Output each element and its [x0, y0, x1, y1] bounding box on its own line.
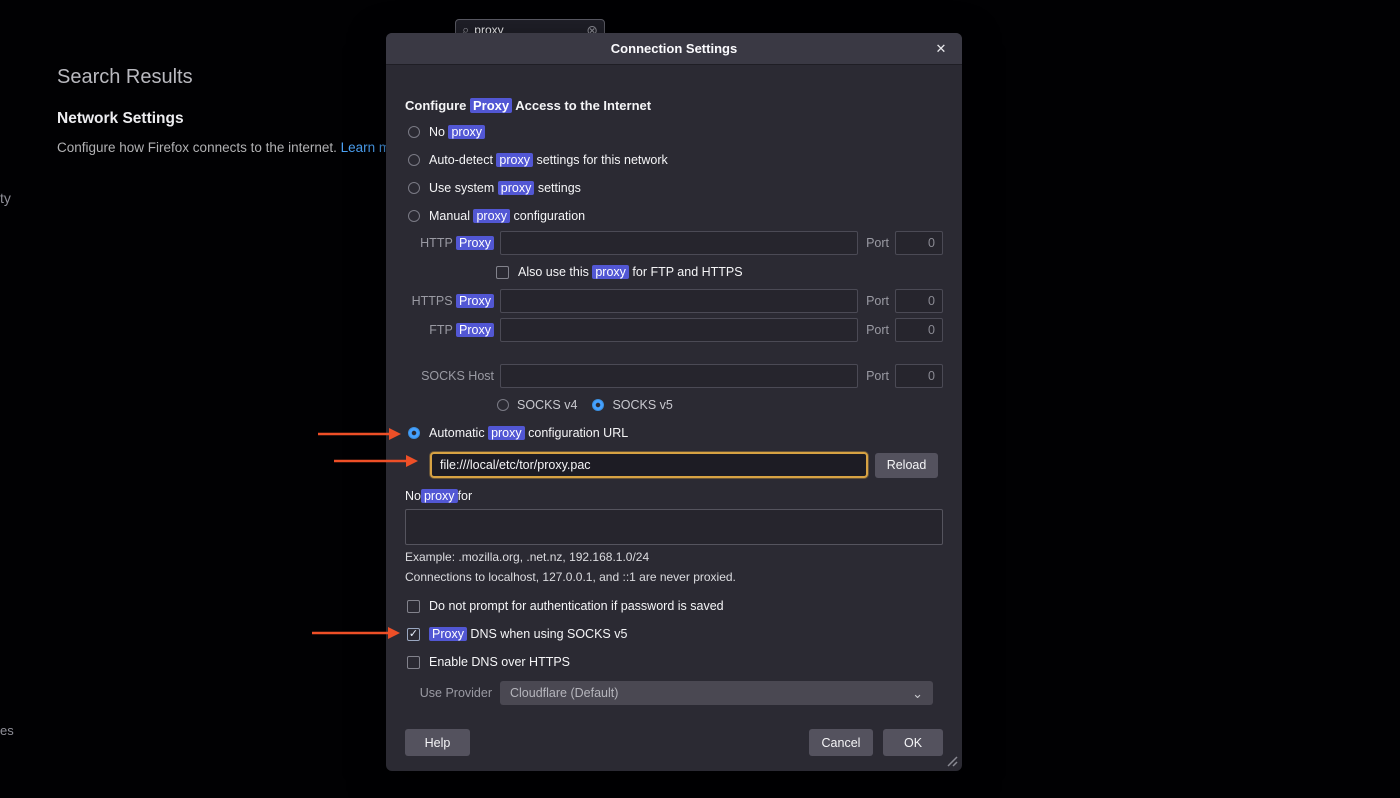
radio-socks-v4[interactable] [497, 399, 509, 411]
no-auth-prompt-row: Do not prompt for authentication if pass… [405, 593, 943, 619]
socks-host-input[interactable] [500, 364, 858, 388]
radio-label-manual-proxy: Manual proxy configuration [429, 209, 585, 223]
cancel-button[interactable]: Cancel [809, 729, 873, 756]
search-highlight: proxy [421, 489, 458, 503]
search-highlight: proxy [592, 265, 629, 279]
search-highlight: proxy [498, 181, 535, 195]
https-proxy-label: HTTPS Proxy [405, 294, 494, 308]
check-icon: ✓ [409, 629, 418, 640]
socks-port-label: Port [866, 369, 889, 383]
no-proxy-example-text: Example: .mozilla.org, .net.nz, 192.168.… [405, 548, 943, 566]
ftp-proxy-label: FTP Proxy [405, 323, 494, 337]
search-highlight: proxy [488, 426, 525, 440]
doh-checkbox[interactable] [407, 656, 420, 669]
search-highlight: proxy [473, 209, 510, 223]
search-highlight: Proxy [456, 323, 494, 337]
radio-system-proxy[interactable] [408, 182, 420, 194]
radio-label-auto-url: Automatic proxy configuration URL [429, 426, 628, 440]
proxy-dns-row: ✓ Proxy DNS when using SOCKS v5 [405, 621, 943, 647]
search-highlight: Proxy [456, 294, 494, 308]
radio-label-no-proxy: No proxy [429, 125, 485, 139]
auto-url-row: Reload [430, 450, 943, 480]
radio-auto-url[interactable] [408, 427, 420, 439]
doh-row: Enable DNS over HTTPS [405, 649, 943, 675]
radio-row-auto-detect: Auto-detect proxy settings for this netw… [405, 146, 943, 174]
dialog-title: Connection Settings [611, 41, 737, 56]
localhost-note-text: Connections to localhost, 127.0.0.1, and… [405, 568, 943, 586]
http-port-input[interactable] [895, 231, 943, 255]
doh-provider-select[interactable]: Cloudflare (Default) ⌄ [500, 681, 933, 705]
sidebar-clipped-label-top: ty [0, 190, 11, 206]
radio-label-auto-detect: Auto-detect proxy settings for this netw… [429, 153, 668, 167]
radio-label-system-proxy: Use system proxy settings [429, 181, 581, 195]
http-proxy-row: HTTP Proxy Port [405, 230, 943, 256]
search-highlight: proxy [448, 125, 485, 139]
radio-row-manual-proxy: Manual proxy configuration [405, 202, 943, 230]
no-proxy-for-input[interactable] [405, 509, 943, 545]
search-highlight: proxy [496, 153, 533, 167]
close-icon[interactable]: ✕ [930, 38, 952, 60]
proxy-dns-checkbox[interactable]: ✓ [407, 628, 420, 641]
radio-auto-detect[interactable] [408, 154, 420, 166]
reload-button[interactable]: Reload [875, 453, 938, 478]
ftp-proxy-input[interactable] [500, 318, 858, 342]
https-proxy-input[interactable] [500, 289, 858, 313]
doh-provider-value: Cloudflare (Default) [510, 686, 618, 700]
no-proxy-for-label: No proxy for [405, 486, 943, 506]
radio-socks-v5[interactable] [592, 399, 604, 411]
socks-port-input[interactable] [895, 364, 943, 388]
socks-host-row: SOCKS Host Port [405, 363, 943, 389]
resize-grip-icon[interactable] [945, 754, 958, 767]
search-highlight: Proxy [456, 236, 494, 250]
radio-label-socks-v4: SOCKS v4 [517, 398, 577, 412]
socks-host-label: SOCKS Host [405, 369, 494, 383]
http-port-label: Port [866, 236, 889, 250]
http-proxy-label: HTTP Proxy [405, 236, 494, 250]
no-auth-prompt-checkbox[interactable] [407, 600, 420, 613]
proxy-dns-label: Proxy DNS when using SOCKS v5 [429, 627, 627, 641]
search-results-heading: Search Results [57, 66, 193, 89]
dialog-titlebar: Connection Settings ✕ [386, 33, 962, 65]
radio-row-system-proxy: Use system proxy settings [405, 174, 943, 202]
doh-label: Enable DNS over HTTPS [429, 655, 570, 669]
socks-version-row: SOCKS v4 SOCKS v5 [405, 392, 943, 418]
network-settings-heading: Network Settings [57, 110, 184, 128]
chevron-down-icon: ⌄ [912, 687, 923, 700]
https-proxy-row: HTTPS Proxy Port [405, 288, 943, 314]
radio-manual-proxy[interactable] [408, 210, 420, 222]
search-highlight: Proxy [470, 98, 512, 113]
help-button[interactable]: Help [405, 729, 470, 756]
https-port-input[interactable] [895, 289, 943, 313]
https-port-label: Port [866, 294, 889, 308]
network-settings-description: Configure how Firefox connects to the in… [57, 140, 410, 155]
radio-label-socks-v5: SOCKS v5 [612, 398, 672, 412]
doh-provider-row: Use Provider Cloudflare (Default) ⌄ [405, 680, 943, 706]
dialog-content: Configure Proxy Access to the Internet N… [386, 98, 962, 756]
sidebar-clipped-label-bottom: es [0, 723, 14, 738]
also-use-proxy-label: Also use this proxy for FTP and HTTPS [518, 265, 743, 279]
radio-row-no-proxy: No proxy [405, 118, 943, 146]
search-highlight: Proxy [429, 627, 467, 641]
http-proxy-input[interactable] [500, 231, 858, 255]
use-provider-label: Use Provider [405, 686, 492, 700]
radio-no-proxy[interactable] [408, 126, 420, 138]
no-auth-prompt-label: Do not prompt for authentication if pass… [429, 599, 724, 613]
ftp-port-label: Port [866, 323, 889, 337]
radio-row-auto-url: Automatic proxy configuration URL [405, 419, 943, 447]
connection-settings-dialog: Connection Settings ✕ Configure Proxy Ac… [386, 33, 962, 771]
auto-url-input[interactable] [430, 452, 868, 478]
ok-button[interactable]: OK [883, 729, 943, 756]
ftp-port-input[interactable] [895, 318, 943, 342]
dialog-buttons-row: Help Cancel OK [405, 729, 943, 756]
dialog-heading: Configure Proxy Access to the Internet [405, 98, 943, 114]
also-use-proxy-checkbox[interactable] [496, 266, 509, 279]
ftp-proxy-row: FTP Proxy Port [405, 317, 943, 343]
also-use-proxy-row: Also use this proxy for FTP and HTTPS [496, 259, 943, 285]
